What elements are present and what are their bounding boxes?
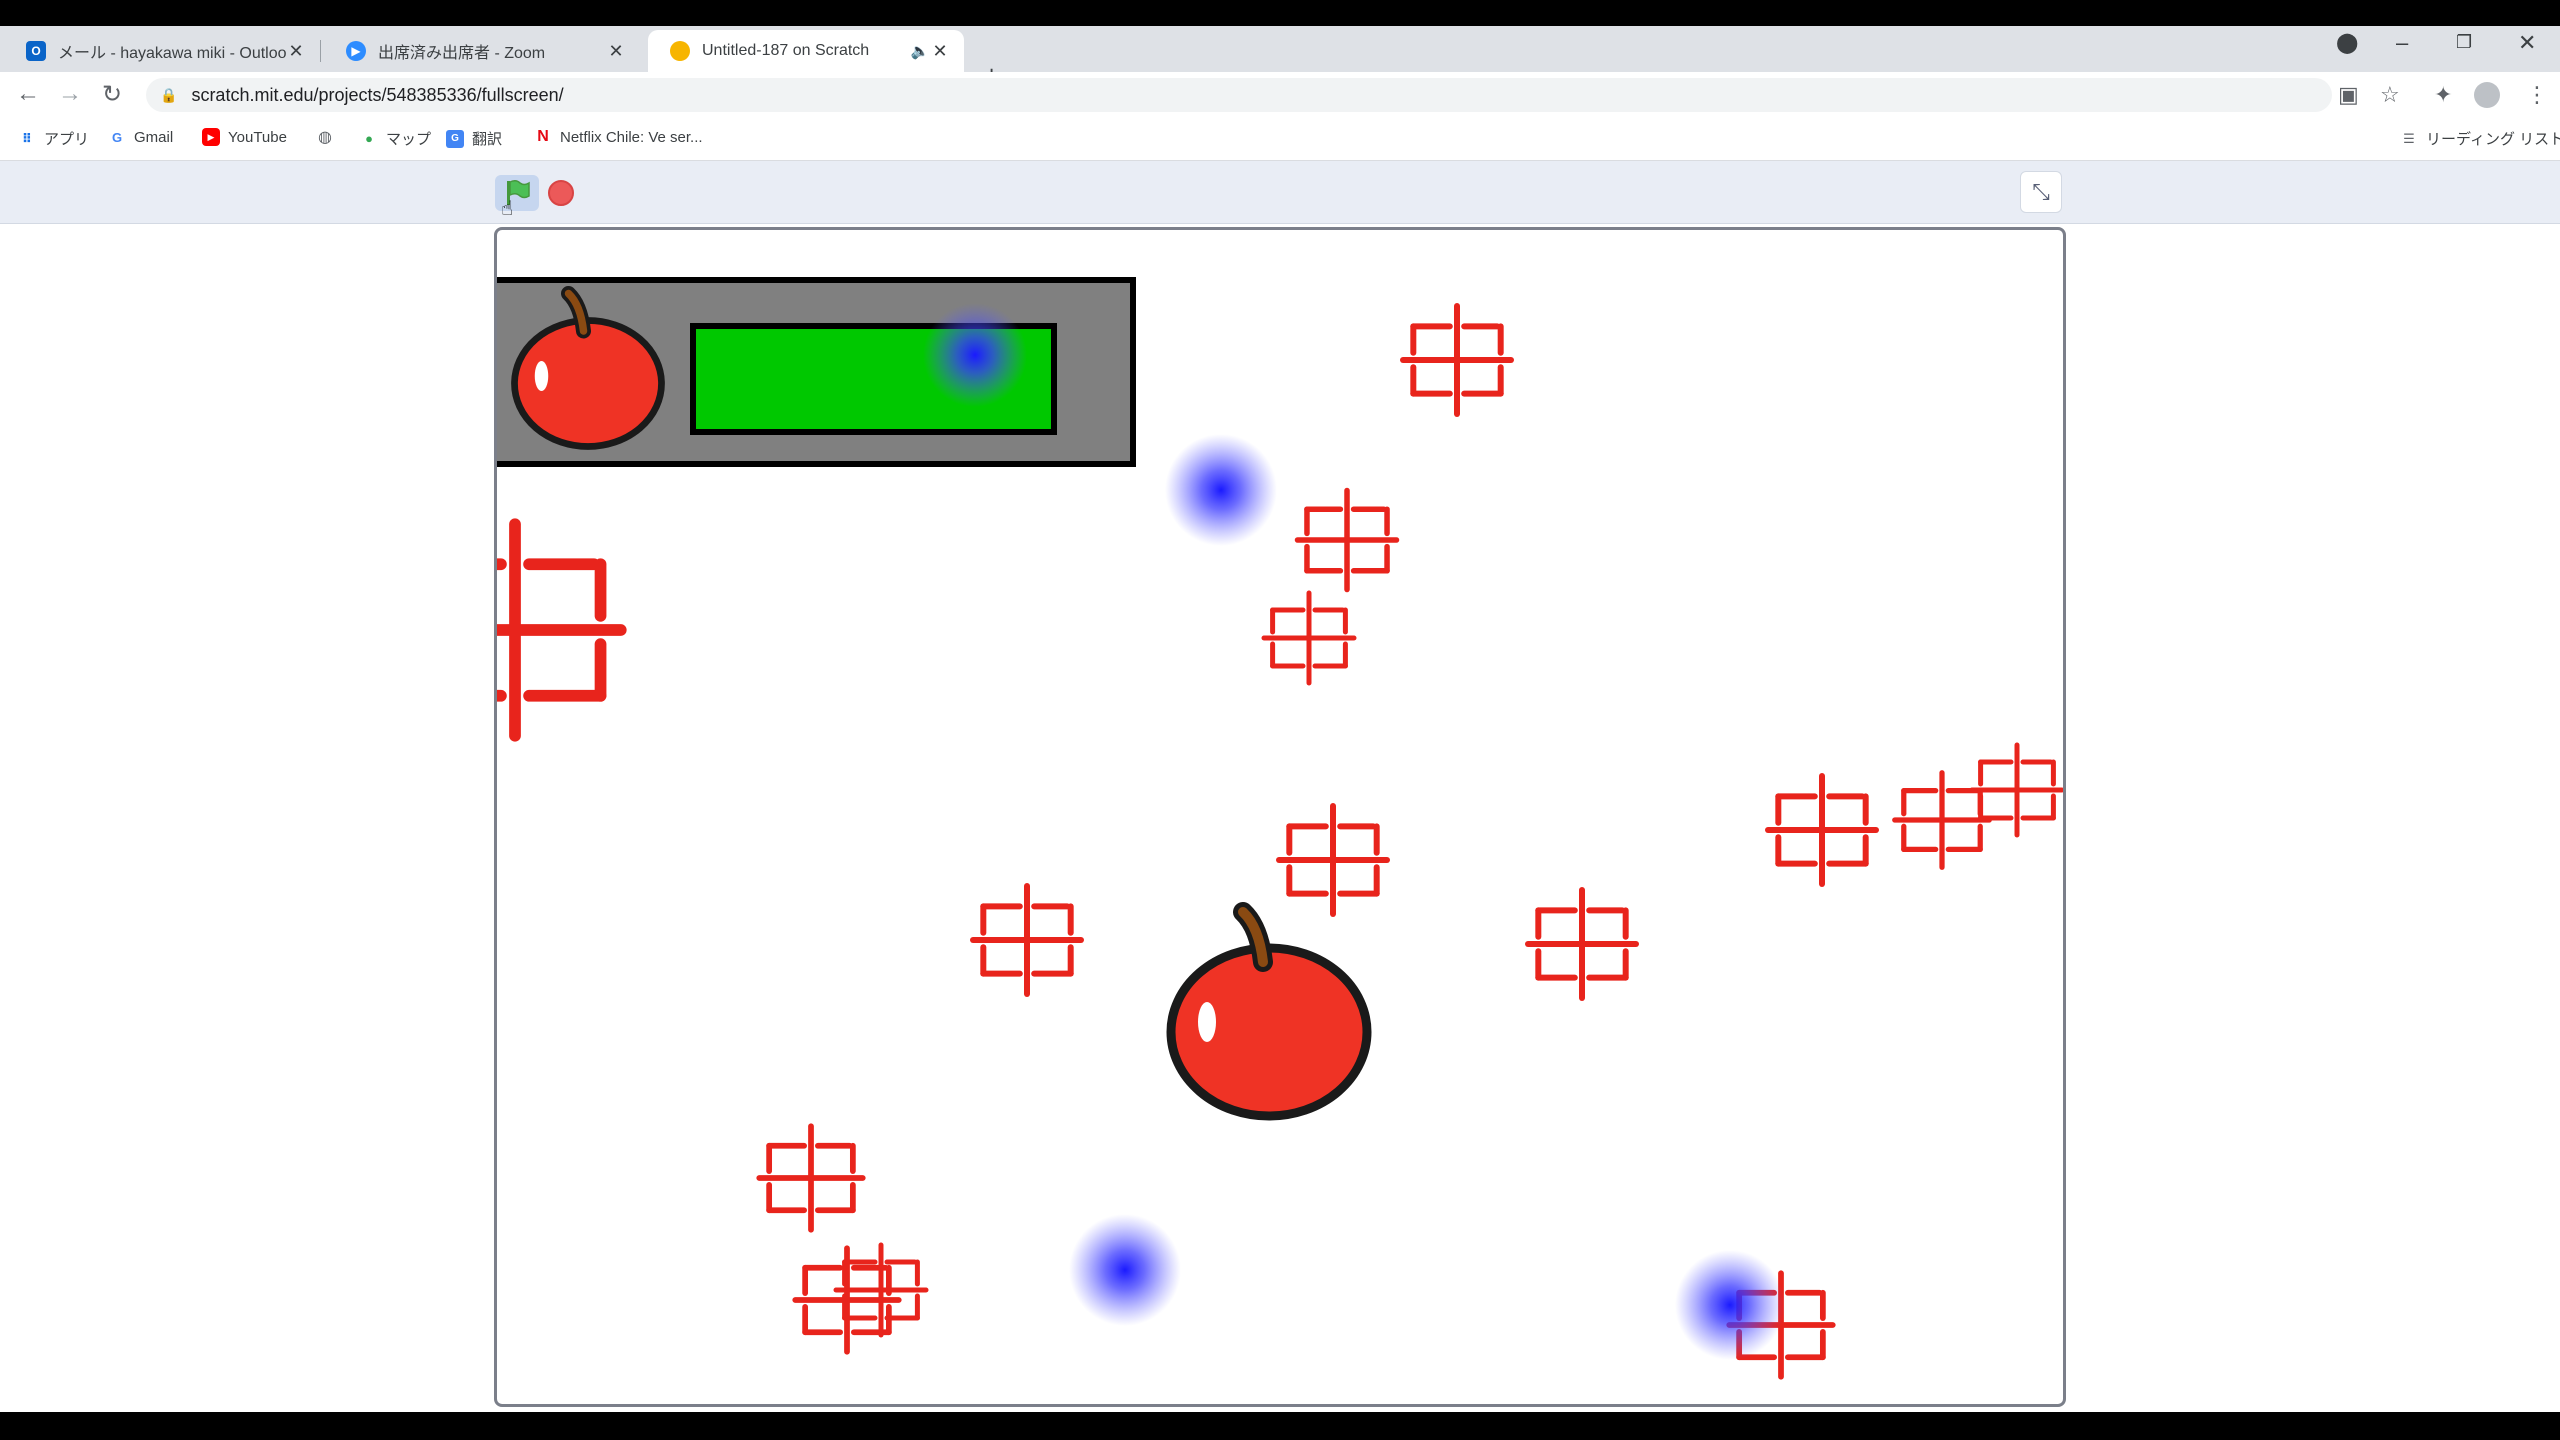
profile-avatar-icon[interactable] — [2474, 82, 2500, 108]
bookmarks-bar: ⠿ アプリ G Gmail ▶ YouTube ◍ ● マップ G 翻訳 N N… — [0, 118, 2560, 161]
crosshair-target — [1276, 803, 1390, 917]
netflix-icon: N — [537, 128, 549, 145]
back-icon[interactable]: ← — [16, 80, 40, 108]
scratch-icon — [670, 41, 690, 61]
close-icon[interactable]: ✕ — [930, 41, 950, 62]
stop-button[interactable] — [548, 180, 574, 206]
translate-icon: G — [446, 129, 464, 148]
apps-grid-icon: ⠿ — [21, 130, 33, 146]
bookmark-label: アプリ — [44, 131, 90, 148]
url-text: scratch.mit.edu/projects/548385336/fulls… — [191, 84, 564, 105]
google-icon: G — [111, 129, 123, 145]
address-bar[interactable]: 🔒 scratch.mit.edu/projects/548385336/ful… — [146, 78, 2332, 112]
extensions-icon[interactable]: ✦ — [2434, 82, 2452, 108]
crosshair-target — [970, 883, 1084, 997]
restore-icon[interactable]: ❐ — [2456, 32, 2472, 53]
tab-title: 出席済み出席者 - Zoom — [378, 45, 546, 62]
reading-list-label: リーディング リスト — [2426, 131, 2560, 148]
exit-fullscreen-icon: ⤡ — [2032, 179, 2050, 204]
tab-scratch[interactable]: Untitled-187 on Scratch 🔈 ✕ — [648, 30, 964, 72]
youtube-icon: ▶ — [202, 128, 220, 146]
stage-canvas — [497, 277, 2063, 1380]
bookmark-label: YouTube — [228, 128, 287, 146]
hand-cursor-icon: ☝ — [501, 198, 514, 220]
crosshair-target — [1525, 887, 1639, 1001]
window-top-edge — [0, 0, 2560, 26]
blue-glow-orb — [1675, 1250, 1785, 1360]
zoom-icon: ▶ — [346, 41, 366, 61]
bookmark-label: マップ — [386, 131, 432, 148]
bookmark-youtube[interactable]: ▶ YouTube — [202, 128, 287, 146]
bookmark-apps[interactable]: ⠿ アプリ — [18, 128, 89, 149]
hud-panel — [497, 277, 1136, 467]
forward-icon[interactable]: → — [58, 80, 82, 108]
cast-icon[interactable]: ▣ — [2338, 82, 2359, 108]
reload-icon[interactable]: ↻ — [102, 80, 122, 109]
bookmark-translate[interactable]: G 翻訳 — [446, 128, 502, 149]
bookmark-netflix[interactable]: N Netflix Chile: Ve ser... — [534, 128, 703, 146]
crosshair-target — [1892, 770, 1992, 870]
tab-strip: O メール - hayakawa miki - Outlook ✕ ▶ 出席済み… — [0, 26, 2560, 90]
blue-glow-orb — [923, 303, 1027, 407]
tab-zoom[interactable]: ▶ 出席済み出席者 - Zoom ✕ — [324, 30, 640, 72]
minimize-icon[interactable]: – — [2396, 30, 2408, 56]
maps-pin-icon: ● — [365, 131, 373, 146]
lock-icon: 🔒 — [160, 86, 178, 103]
tab-title: Untitled-187 on Scratch — [702, 42, 870, 59]
close-window-icon[interactable]: ✕ — [2518, 30, 2536, 56]
bookmark-label: Gmail — [134, 128, 174, 146]
window-bottom-edge — [0, 1412, 2560, 1440]
crosshair-target — [1765, 773, 1879, 887]
apple-player-sprite — [1171, 912, 1367, 1116]
bookmark-label: Netflix Chile: Ve ser... — [560, 128, 703, 146]
reading-list-button[interactable]: ☰ リーディング リスト — [2400, 128, 2560, 149]
crosshair-target — [756, 1123, 866, 1233]
tab-separator — [320, 40, 321, 62]
speaker-icon[interactable]: 🔈 — [910, 42, 930, 60]
crosshair-target — [1294, 487, 1400, 593]
close-icon[interactable]: ✕ — [606, 41, 626, 62]
crosshair-target — [497, 518, 627, 742]
blue-glow-orb — [1165, 434, 1277, 546]
browser-toolbar: ← → ↻ 🔒 scratch.mit.edu/projects/5483853… — [0, 72, 2560, 118]
bookmark-globe[interactable]: ◍ — [316, 128, 342, 146]
close-icon[interactable]: ✕ — [286, 41, 306, 62]
bookmark-maps[interactable]: ● マップ — [360, 128, 431, 149]
crosshair-target — [1261, 590, 1357, 686]
tab-search-icon[interactable]: ⬤ — [2336, 30, 2358, 55]
outlook-icon: O — [26, 41, 46, 61]
scratch-fullscreen-header — [0, 161, 2560, 224]
scratch-stage[interactable] — [494, 227, 2066, 1407]
tab-outlook[interactable]: O メール - hayakawa miki - Outlook ✕ — [4, 30, 321, 72]
blue-glow-orb — [1069, 1214, 1181, 1326]
reading-list-icon: ☰ — [2403, 130, 2415, 146]
globe-icon: ◍ — [318, 129, 332, 146]
bookmark-label: 翻訳 — [472, 131, 503, 148]
crosshair-target — [1400, 303, 1514, 417]
tab-title: メール - hayakawa miki - Outlook — [58, 45, 286, 62]
bookmark-star-icon[interactable]: ☆ — [2380, 82, 2400, 108]
bookmark-gmail[interactable]: G Gmail — [108, 128, 173, 146]
menu-kebab-icon[interactable]: ⋮ — [2526, 82, 2548, 108]
exit-fullscreen-button[interactable]: ⤡ — [2020, 171, 2062, 213]
